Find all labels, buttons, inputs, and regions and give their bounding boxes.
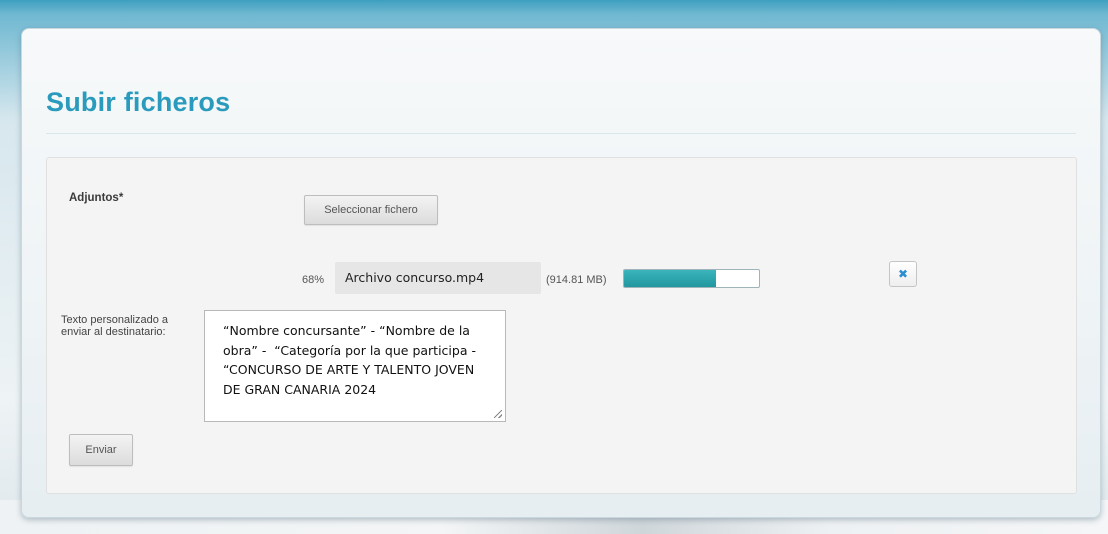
- file-size: (914.81 MB): [546, 274, 607, 286]
- message-textarea[interactable]: “Nombre concursante” - “Nombre de la obr…: [204, 310, 506, 422]
- upload-progress-bar: [623, 269, 760, 288]
- select-file-button[interactable]: Seleccionar fichero: [304, 195, 438, 225]
- submit-button[interactable]: Enviar: [69, 434, 133, 466]
- resize-grip-icon: [494, 410, 502, 418]
- file-name: Archivo concurso.mp4: [335, 262, 541, 294]
- attachments-label: Adjuntos*: [69, 192, 124, 204]
- remove-file-button[interactable]: ✖: [889, 261, 917, 287]
- page-title: Subir ficheros: [46, 87, 231, 117]
- upload-panel: Subir ficheros Adjuntos* Seleccionar fic…: [21, 28, 1101, 518]
- upload-form: Adjuntos* Seleccionar fichero 68% Archiv…: [46, 157, 1077, 494]
- message-label: Texto personalizado a enviar al destinat…: [61, 314, 169, 338]
- upload-progress-fill: [624, 270, 716, 287]
- upload-percent: 68%: [302, 274, 325, 286]
- textarea-resize-handle[interactable]: [494, 410, 504, 420]
- close-icon: ✖: [897, 267, 909, 281]
- title-divider: [46, 133, 1076, 134]
